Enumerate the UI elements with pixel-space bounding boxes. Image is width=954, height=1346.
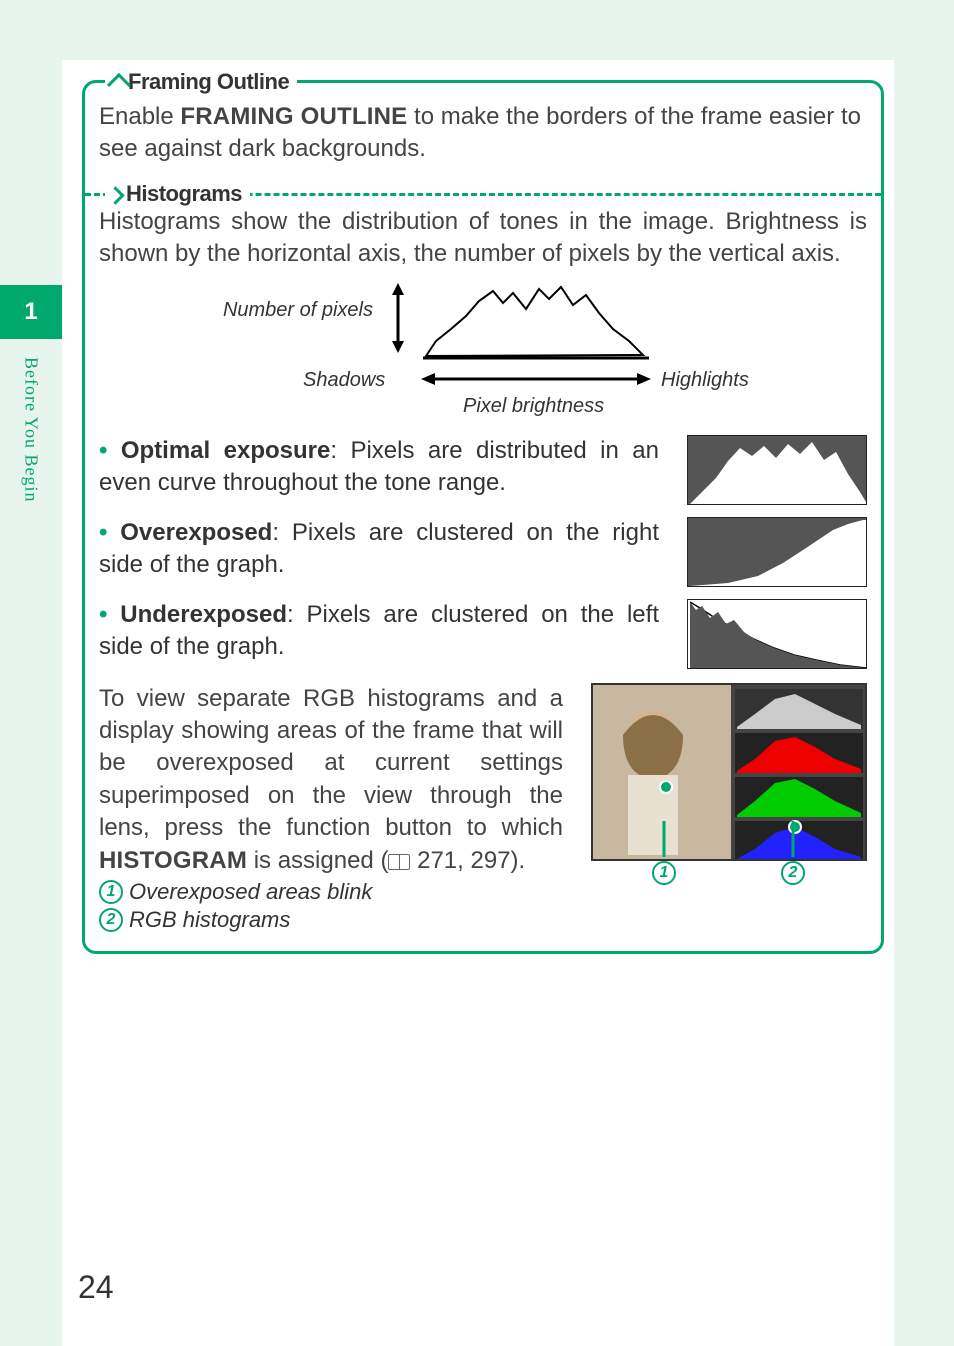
page-number: 24	[78, 1269, 114, 1306]
callout-1: 1 Overexposed areas blink	[99, 879, 563, 905]
box2-title: Histograms	[105, 181, 250, 207]
y-axis-label: Number of pixels	[223, 299, 373, 322]
chapter-tab: 1 Before You Begin	[0, 285, 62, 503]
framing-outline-text: Enable FRAMING OUTLINE to make the borde…	[99, 101, 867, 166]
y-axis-arrow-icon	[383, 283, 413, 353]
chapter-label: Before You Begin	[21, 357, 42, 503]
bullet-term: Overexposed	[120, 519, 272, 546]
x-axis-arrow-icon	[421, 369, 651, 389]
pointer-1-dot	[659, 780, 673, 794]
histogram-overexposed	[687, 517, 867, 587]
bullet-overexposed: Overexposed: Pixels are clustered on the…	[99, 517, 867, 587]
callout-2-label: RGB histograms	[129, 907, 290, 933]
histograms-section: Histograms show the distribution of tone…	[99, 206, 867, 933]
box1-title: Framing Outline	[105, 69, 297, 95]
rgb-pre: To view separate RGB histograms and a di…	[99, 685, 563, 842]
rgb-text-block: To view separate RGB histograms and a di…	[99, 683, 563, 933]
rgb-strong: HISTOGRAM	[99, 847, 247, 874]
rgb-post: is assigned (	[247, 847, 388, 874]
rgb-section: To view separate RGB histograms and a di…	[99, 683, 867, 933]
callout-num-1: 1	[99, 880, 123, 904]
text-pre: Enable	[99, 103, 180, 130]
histograms-intro: Histograms show the distribution of tone…	[99, 206, 867, 271]
info-box: Framing Outline Enable FRAMING OUTLINE t…	[82, 80, 884, 954]
preview-callout-2: 2	[781, 861, 805, 885]
chapter-number: 1	[0, 285, 62, 339]
preview-callouts: 1 2	[591, 861, 867, 901]
x-right-label: Highlights	[661, 369, 749, 392]
exposure-bullets: Optimal exposure: Pixels are distributed…	[99, 435, 867, 669]
bullet-term: Underexposed	[120, 601, 287, 628]
callout-2: 2 RGB histograms	[99, 907, 563, 933]
callout-1-label: Overexposed areas blink	[129, 879, 372, 905]
rgb-preview: 1 2	[591, 683, 867, 933]
rgb-refs: 271, 297).	[410, 847, 525, 874]
x-left-label: Shadows	[303, 369, 385, 392]
text-strong: FRAMING OUTLINE	[180, 103, 407, 130]
histogram-axes-diagram: Number of pixels Shadows	[163, 281, 803, 421]
x-axis-label: Pixel brightness	[463, 395, 604, 418]
book-icon	[388, 854, 410, 870]
bullet-term: Optimal exposure	[121, 437, 331, 464]
histogram-underexposed	[687, 599, 867, 669]
rgb-paragraph: To view separate RGB histograms and a di…	[99, 683, 563, 877]
bullet-underexposed: Underexposed: Pixels are clustered on th…	[99, 599, 867, 669]
page-body: Framing Outline Enable FRAMING OUTLINE t…	[62, 60, 894, 1346]
bullet-optimal: Optimal exposure: Pixels are distributed…	[99, 435, 867, 505]
histogram-optimal	[687, 435, 867, 505]
callout-num-2: 2	[99, 908, 123, 932]
preview-callout-1: 1	[652, 861, 676, 885]
histogram-shape	[421, 281, 651, 361]
